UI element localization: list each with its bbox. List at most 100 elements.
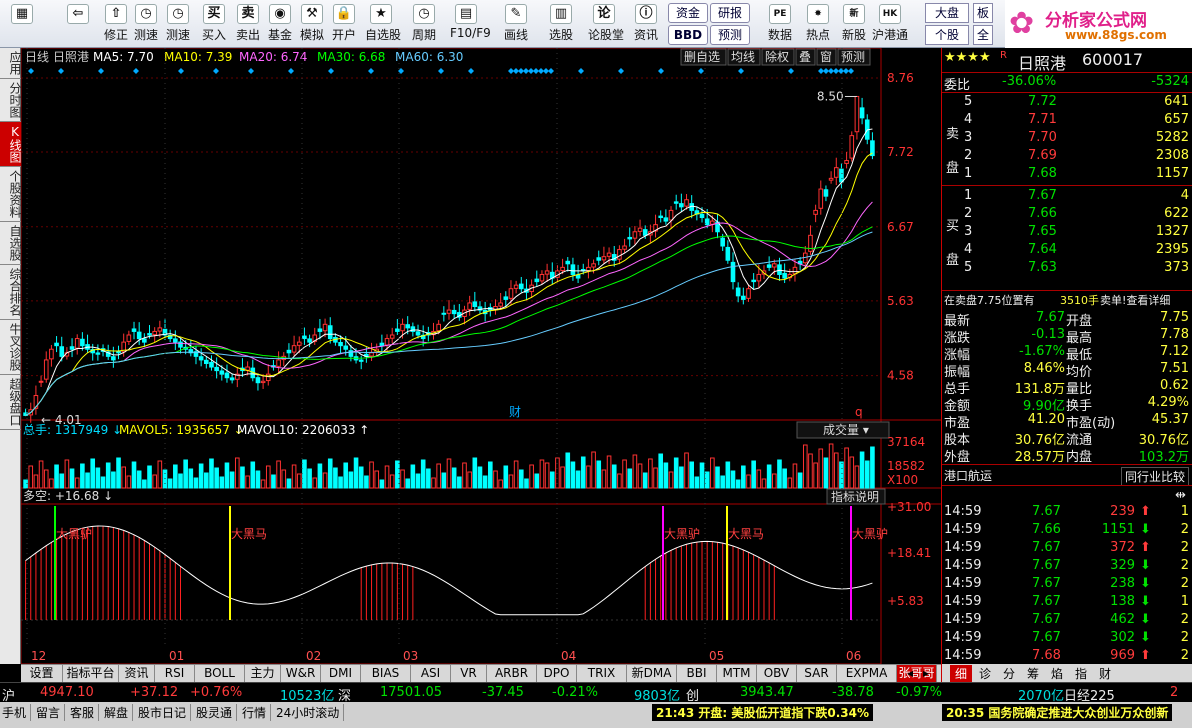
indicator-tab-13[interactable]: TRIX <box>577 665 627 682</box>
toolbar-tag-2[interactable]: BBD <box>668 25 708 45</box>
indicator-tab-2[interactable]: 资讯 <box>119 665 155 682</box>
toolbar-button-12[interactable]: ▤ F10/F9 <box>450 2 491 46</box>
event-diamond[interactable] <box>548 68 554 74</box>
toolbar-button-4[interactable]: ◷ 测速 <box>162 2 194 46</box>
toolbar-tag-3[interactable]: 预测 <box>710 25 750 45</box>
indicator-tab-10[interactable]: VR <box>451 665 487 682</box>
toolbar-button-16[interactable]: ⓘ 资讯 <box>630 2 662 46</box>
news-ticker-1[interactable]: 21:43 开盘: 美股低开道指下跌0.34% <box>652 704 873 721</box>
toolbar-far-0[interactable]: 大盘 <box>925 3 969 23</box>
indicator-tab-15[interactable]: BBI <box>677 665 717 682</box>
tab-scroll-right[interactable]: ▸ <box>923 666 937 680</box>
indicator-tab-19[interactable]: EXPMA <box>837 665 897 682</box>
sector-label[interactable]: 港口航运 <box>944 467 992 484</box>
sell-price[interactable]: 7.72 <box>1028 94 1057 109</box>
status-link-0[interactable]: 手机 <box>2 704 32 721</box>
event-diamond[interactable] <box>248 68 254 74</box>
event-diamond[interactable] <box>578 68 584 74</box>
indicator-tab-17[interactable]: OBV <box>757 665 797 682</box>
event-diamond[interactable] <box>28 68 34 74</box>
toolbar-button-3[interactable]: ◷ 测速 <box>130 2 162 46</box>
event-diamond[interactable] <box>848 68 854 74</box>
q-marker[interactable]: q <box>855 405 863 419</box>
toolbar-right-button-3[interactable]: HK 沪港通 <box>872 2 908 46</box>
toolbar-button-5[interactable]: 买买入 <box>198 2 230 46</box>
status-link-5[interactable]: 股灵通 <box>196 704 238 721</box>
toolbar-button-13[interactable]: ✎ 画线 <box>500 2 532 46</box>
toolbar-button-1[interactable]: ⇦ <box>58 2 98 46</box>
indicator-tab-8[interactable]: BIAS <box>361 665 411 682</box>
event-diamond[interactable] <box>738 68 744 74</box>
toolbar-button-7[interactable]: ◉ 基金 <box>264 2 296 46</box>
sell-price[interactable]: 7.68 <box>1028 166 1057 181</box>
sell-price[interactable]: 7.70 <box>1028 130 1057 145</box>
order-notice-link[interactable]: 卖单!查看详细 <box>1100 292 1170 308</box>
event-diamond[interactable] <box>178 68 184 74</box>
buy-price[interactable]: 7.65 <box>1028 224 1057 239</box>
status-link-3[interactable]: 解盘 <box>104 704 134 721</box>
quote-tab-0[interactable]: 细 <box>950 665 972 682</box>
status-link-6[interactable]: 行情 <box>242 704 272 721</box>
toolbar-right-button-2[interactable]: 新新股 <box>836 2 872 46</box>
toolbar-button-8[interactable]: ⚒ 模拟 <box>296 2 328 46</box>
toolbar-tag-1[interactable]: 研报 <box>710 3 750 23</box>
buy-price[interactable]: 7.63 <box>1028 260 1057 275</box>
left-tab-2[interactable]: K线图 <box>0 122 22 167</box>
kline-chart[interactable]: 日线 日照港 MA5: 7.70 MA10: 7.39 MA20: 6.74 MA30: … <box>21 48 941 664</box>
indicator-tab-11[interactable]: ARBR <box>487 665 537 682</box>
toolbar-button-2[interactable]: ⇧ 修正 <box>100 2 132 46</box>
toolbar-button-11[interactable]: ◷ 周期 <box>408 2 440 46</box>
indicator-tab-14[interactable]: 新DMA <box>627 665 677 682</box>
indicator-tab-12[interactable]: DPO <box>537 665 577 682</box>
toolbar-button-10[interactable]: ★ 自选股 <box>365 2 401 46</box>
indicator-tab-3[interactable]: RSI <box>155 665 195 682</box>
sell-price[interactable]: 7.71 <box>1028 112 1057 127</box>
event-diamond[interactable] <box>468 68 474 74</box>
toolbar-button-9[interactable]: 🔒 开户 <box>328 2 360 46</box>
indicator-tab-1[interactable]: 指标平台 <box>63 665 119 682</box>
event-diamond[interactable] <box>438 68 444 74</box>
event-diamond[interactable] <box>368 68 374 74</box>
toolbar-button-15[interactable]: 论论股堂 <box>588 2 624 46</box>
left-tab-1[interactable]: 分时图 <box>0 79 22 122</box>
event-diamond[interactable] <box>658 68 664 74</box>
event-diamond[interactable] <box>213 68 219 74</box>
event-diamond[interactable] <box>98 68 104 74</box>
event-diamond[interactable] <box>618 68 624 74</box>
left-tab-0[interactable]: 应用 <box>0 48 22 79</box>
indicator-tab-4[interactable]: BOLL <box>195 665 245 682</box>
status-link-1[interactable]: 留言 <box>36 704 66 721</box>
event-diamond[interactable] <box>58 68 64 74</box>
indicator-tab-18[interactable]: SAR <box>797 665 837 682</box>
toolbar-right-button-1[interactable]: ✸ 热点 <box>800 2 836 46</box>
quote-tab-6[interactable]: 财 <box>1094 665 1116 682</box>
toolbar-button-0[interactable]: ▦ <box>2 2 42 46</box>
toolbar-right-button-0[interactable]: PE 数据 <box>762 2 798 46</box>
expand-icon[interactable]: ⇹ <box>1175 488 1186 503</box>
toolbar-button-6[interactable]: 卖卖出 <box>232 2 264 46</box>
event-diamond[interactable] <box>328 68 334 74</box>
toolbar-tag-0[interactable]: 资金 <box>668 3 708 23</box>
status-link-2[interactable]: 客服 <box>70 704 100 721</box>
indicator-tab-5[interactable]: 主力 <box>245 665 281 682</box>
toolbar-button-14[interactable]: ▥ 选股 <box>545 2 577 46</box>
tab-scroll-left[interactable]: ◂ <box>907 666 921 680</box>
left-tab-5[interactable]: 综合排名 <box>0 265 22 320</box>
event-diamond[interactable] <box>288 68 294 74</box>
event-diamond[interactable] <box>698 68 704 74</box>
sell-price[interactable]: 7.69 <box>1028 148 1057 163</box>
quote-tab-1[interactable]: 诊 <box>974 665 996 682</box>
buy-price[interactable]: 7.67 <box>1028 188 1057 203</box>
buy-price[interactable]: 7.66 <box>1028 206 1057 221</box>
buy-price[interactable]: 7.64 <box>1028 242 1057 257</box>
status-link-7[interactable]: 24小时滚动 <box>276 704 345 721</box>
quote-tab-4[interactable]: 焰 <box>1046 665 1068 682</box>
toolbar-far-2[interactable]: 个股 <box>925 25 969 45</box>
quote-tab-5[interactable]: 指 <box>1070 665 1092 682</box>
event-diamond[interactable] <box>788 68 794 74</box>
finance-marker[interactable]: 财 <box>509 405 521 419</box>
indicator-tab-0[interactable]: 设置 <box>21 665 63 682</box>
indicator-tab-16[interactable]: MTM <box>717 665 757 682</box>
toolbar-far-1[interactable]: 板 <box>973 3 993 23</box>
indicator-tab-9[interactable]: ASI <box>411 665 451 682</box>
